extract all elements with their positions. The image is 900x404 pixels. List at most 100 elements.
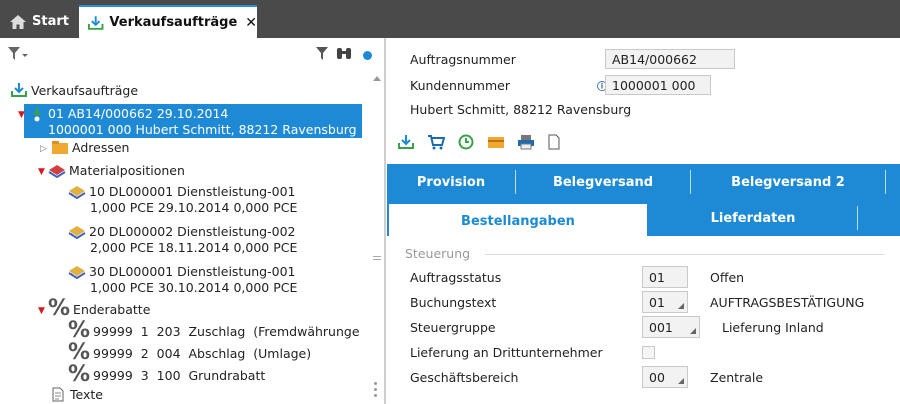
filter-dropdown-icon[interactable] xyxy=(8,47,28,61)
percent-icon: % xyxy=(68,340,91,365)
tree-scrollbar[interactable] xyxy=(372,76,384,404)
expand-arrow-icon[interactable]: ▷ xyxy=(40,144,50,154)
tree-item-adressen[interactable]: Adressen xyxy=(52,140,129,155)
geschaeftsbereich-text: Zentrale xyxy=(710,370,764,385)
steuergruppe-text: Lieferung Inland xyxy=(722,320,824,335)
tree-panel: Verkaufsaufträge ▼ 01 AB14/000662 29.10.… xyxy=(0,38,386,404)
tree-item-position-20[interactable]: 20 DL000002 Dienstleistung-002 xyxy=(68,224,295,239)
detail-toolbar xyxy=(397,134,561,150)
geschaeftsbereich-label: Geschäftsbereich xyxy=(410,370,519,385)
tree-item-enderabatte-label: Enderabatte xyxy=(73,301,151,317)
tree-item-adressen-label: Adressen xyxy=(72,140,130,155)
tree-item-texte-label: Texte xyxy=(70,387,103,402)
tab-verkaufsauftraege-label: Verkaufsaufträge xyxy=(109,15,238,30)
card-icon[interactable] xyxy=(487,134,505,150)
tab-belegversand-2[interactable]: Belegversand 2 xyxy=(691,164,885,200)
rabatt-label: 99999 3 100 Grundrabatt xyxy=(93,367,266,383)
position-line1: 30 DL000001 Dienstleistung-001 xyxy=(89,264,296,279)
tab-belegversand[interactable]: Belegversand xyxy=(516,164,690,200)
buchungstext-label: Buchungstext xyxy=(410,295,497,310)
drittunternehmer-checkbox[interactable] xyxy=(642,346,655,359)
tab-verkaufsauftraege[interactable]: Verkaufsaufträge ✕ xyxy=(79,5,257,38)
steuergruppe-value: 001 xyxy=(649,320,673,335)
buchungstext-field[interactable]: 01 xyxy=(642,291,688,313)
position-line2: 2,000 PCE 18.11.2014 0,000 PCE xyxy=(90,240,298,255)
tree-item-enderabatte[interactable]: % Enderabatte xyxy=(48,296,151,321)
tree-item-position-30[interactable]: 30 DL000001 Dienstleistung-001 xyxy=(68,264,295,279)
tree-root[interactable]: Verkaufsaufträge xyxy=(10,82,138,98)
tree-toolbar xyxy=(0,38,384,68)
dropdown-corner-icon xyxy=(690,328,696,334)
tab-start-label: Start xyxy=(32,14,69,29)
auftragsnummer-label: Auftragsnummer xyxy=(410,52,516,67)
kundennummer-field[interactable]: 1000001 000 xyxy=(605,75,711,95)
tree-item-rabatt-3[interactable]: % 99999 3 100 Grundrabatt xyxy=(68,362,266,387)
position-line2: 1,000 PCE 30.10.2014 0,000 PCE xyxy=(90,280,298,295)
detail-pane: Auftragsnummer AB14/000662 Kundennummer … xyxy=(387,38,900,404)
buchungstext-value: 01 xyxy=(649,295,665,310)
scroll-grip-icon[interactable] xyxy=(373,256,381,257)
tree-item-position-10[interactable]: 10 DL000001 Dienstleistung-001 xyxy=(68,184,295,199)
download-icon xyxy=(11,83,27,97)
auftragsstatus-label: Auftragsstatus xyxy=(410,270,502,285)
position-line2: 1,000 PCE 29.10.2014 0,000 PCE xyxy=(90,200,298,215)
tab-provision[interactable]: Provision xyxy=(387,164,515,200)
home-icon xyxy=(10,14,26,29)
material-icon xyxy=(68,185,86,199)
tab-separator xyxy=(885,170,886,194)
selected-line1: 01 AB14/000662 29.10.2014 xyxy=(48,106,229,121)
tree-item-rabatt-2[interactable]: % 99999 2 004 Abschlag (Umlage) xyxy=(68,340,312,365)
tab-bestellangaben[interactable]: Bestellangaben xyxy=(389,204,647,238)
status-dot-icon xyxy=(363,51,372,60)
steuerung-title: Steuerung xyxy=(405,246,471,261)
binoculars-icon[interactable] xyxy=(336,46,352,60)
material-icon xyxy=(48,164,66,178)
auftragsstatus-text: Offen xyxy=(710,270,745,285)
tab-start[interactable]: Start xyxy=(4,5,74,38)
rabatt-label: 99999 1 203 Zuschlag (Fremdwährunge xyxy=(93,323,360,339)
tab-row-1: Provision Belegversand Belegversand 2 xyxy=(387,164,900,200)
dropdown-corner-icon xyxy=(678,303,684,309)
download-icon[interactable] xyxy=(397,134,415,150)
auftragsnummer-field[interactable]: AB14/000662 xyxy=(605,49,735,69)
print-icon[interactable] xyxy=(517,134,535,150)
top-tab-bar: Start Verkaufsaufträge ✕ xyxy=(0,0,900,38)
percent-icon: % xyxy=(68,362,91,387)
selected-line2: 1000001 000 Hubert Schmitt, 88212 Ravens… xyxy=(48,122,357,137)
percent-icon: % xyxy=(68,318,91,343)
document-icon[interactable] xyxy=(547,134,561,150)
folder-icon xyxy=(52,141,68,154)
position-line1: 20 DL000002 Dienstleistung-002 xyxy=(89,224,296,239)
rabatt-label: 99999 2 004 Abschlag (Umlage) xyxy=(93,345,312,361)
material-icon xyxy=(68,265,86,279)
geschaeftsbereich-field[interactable]: 00 xyxy=(642,366,688,388)
tab-lieferdaten[interactable]: Lieferdaten xyxy=(649,200,857,236)
position-line1: 10 DL000001 Dienstleistung-001 xyxy=(89,184,296,199)
group-divider xyxy=(485,254,885,255)
kundennummer-label: Kundennummer xyxy=(410,78,510,93)
download-icon xyxy=(87,15,104,30)
cart-icon[interactable] xyxy=(427,134,445,150)
kunde-text: Hubert Schmitt, 88212 Ravensburg xyxy=(410,102,632,117)
tree-item-texte[interactable]: Texte xyxy=(52,387,103,402)
scroll-up-icon[interactable] xyxy=(373,76,381,81)
history-icon[interactable] xyxy=(457,134,475,150)
steuergruppe-field[interactable]: 001 xyxy=(642,316,700,338)
resize-grip-icon[interactable] xyxy=(374,382,377,385)
dropdown-corner-icon xyxy=(678,378,684,384)
tab-separator xyxy=(857,206,858,230)
filter-icon[interactable] xyxy=(316,47,328,60)
percent-icon: % xyxy=(48,296,71,321)
expand-arrow-icon[interactable]: ▼ xyxy=(18,110,28,120)
expand-arrow-icon[interactable]: ▼ xyxy=(38,306,48,316)
tree-item-materialpositionen-label: Materialpositionen xyxy=(69,163,185,178)
auftragsstatus-field[interactable]: 01 xyxy=(642,266,688,288)
tree-item-rabatt-1[interactable]: % 99999 1 203 Zuschlag (Fremdwährunge xyxy=(68,318,360,343)
steuergruppe-label: Steuergruppe xyxy=(410,320,496,335)
buchungstext-text: AUFTRAGSBESTÄTIGUNG xyxy=(710,295,865,310)
close-icon[interactable]: ✕ xyxy=(245,15,257,31)
expand-arrow-icon[interactable]: ▼ xyxy=(38,167,48,177)
order-icon xyxy=(33,107,41,122)
geschaeftsbereich-value: 00 xyxy=(649,370,665,385)
tree-item-materialpositionen[interactable]: Materialpositionen xyxy=(48,163,185,178)
